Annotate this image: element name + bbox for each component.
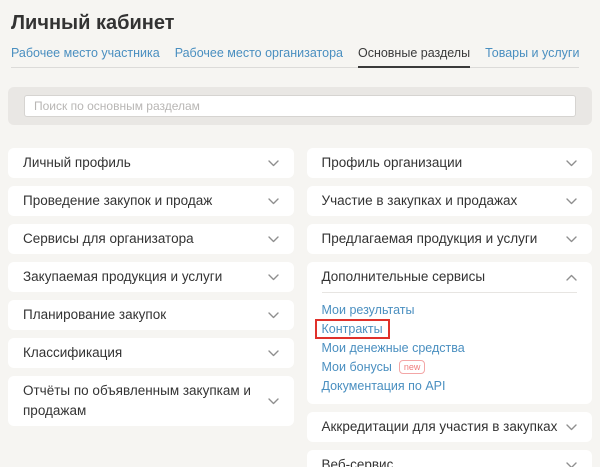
link-row: Мои денежные средства — [322, 338, 578, 357]
section-title: Планирование закупок — [23, 307, 167, 322]
highlight-box: Контракты — [314, 318, 390, 339]
accordion-card-left-3: Сервисы для организатора — [8, 224, 294, 254]
tab-workplace-participant[interactable]: Рабочее место участника — [11, 46, 160, 67]
tab-goods-services[interactable]: Товары и услуги — [485, 46, 579, 67]
section-header[interactable]: Сервисы для организатора — [8, 224, 294, 254]
tab-bar: Рабочее место участника Рабочее место орг… — [11, 46, 580, 68]
chevron-down-icon — [566, 235, 577, 243]
accordion-card-left-2: Проведение закупок и продаж — [8, 186, 294, 216]
link-row: Документация по API — [322, 376, 578, 395]
accordion-card-right-4: Дополнительные сервисы Мои результаты Конт… — [306, 262, 593, 404]
section-title: Отчёты по объявленным закупкам и продажа… — [23, 383, 251, 418]
section-header[interactable]: Закупаемая продукция и услуги — [8, 262, 294, 292]
service-link-4[interactable]: Мои бонусы — [322, 360, 392, 374]
section-header[interactable]: Участие в закупках и продажах — [307, 186, 593, 216]
section-header[interactable]: Классификация — [8, 338, 294, 368]
section-links: Мои результаты Контракты Мои денежные сред… — [314, 292, 578, 404]
new-badge: new — [398, 359, 426, 374]
chevron-down-icon — [566, 461, 577, 467]
section-title: Закупаемая продукция и услуги — [23, 269, 223, 284]
tab-main-sections[interactable]: Основные разделы — [357, 46, 471, 68]
chevron-down-icon — [267, 159, 279, 167]
chevron-up-icon — [566, 274, 577, 281]
section-header[interactable]: Веб-сервис — [307, 450, 593, 467]
section-title: Профиль организации — [321, 155, 463, 170]
accordion-card-left-7: Отчёты по объявленным закупкам и продажа… — [8, 376, 294, 426]
section-header[interactable]: Планирование закупок — [8, 300, 294, 330]
accordion-card-right-3: Предлагаемая продукция и услуги — [306, 224, 593, 254]
service-link-1[interactable]: Мои результаты — [322, 303, 415, 317]
search-panel — [8, 87, 592, 125]
page-title: Личный кабинет — [11, 12, 175, 34]
chevron-down-icon — [267, 273, 279, 281]
service-link-3[interactable]: Мои денежные средства — [322, 341, 465, 355]
accordion-card-left-5: Планирование закупок — [8, 300, 294, 330]
link-row: Контракты — [314, 318, 578, 339]
accordion-card-right-2: Участие в закупках и продажах — [306, 186, 593, 216]
accordion-card-left-4: Закупаемая продукция и услуги — [8, 262, 294, 292]
section-header[interactable]: Отчёты по объявленным закупкам и продажа… — [8, 376, 294, 426]
section-title: Веб-сервис — [321, 457, 394, 467]
section-header[interactable]: Проведение закупок и продаж — [8, 186, 294, 216]
section-header[interactable]: Личный профиль — [8, 148, 294, 178]
section-header[interactable]: Предлагаемая продукция и услуги — [307, 224, 593, 254]
link-row: Мои бонусы new — [322, 357, 578, 376]
section-title: Классификация — [23, 345, 123, 360]
section-title: Сервисы для организатора — [23, 231, 194, 246]
personal-account-page: Личный кабинет Рабочее место участника Ра… — [0, 0, 600, 467]
section-header[interactable]: Дополнительные сервисы — [307, 262, 593, 292]
section-header[interactable]: Аккредитации для участия в закупках — [307, 412, 593, 442]
chevron-down-icon — [267, 197, 279, 205]
section-title: Предлагаемая продукция и услуги — [321, 231, 538, 246]
search-input[interactable] — [24, 95, 576, 117]
accordion-card-right-1: Профиль организации — [306, 148, 593, 178]
accordion-card-right-5: Аккредитации для участия в закупках — [306, 412, 593, 442]
section-title: Дополнительные сервисы — [321, 269, 486, 284]
chevron-down-icon — [566, 159, 577, 167]
left-column: Личный профиль Проведение закупок и прода… — [8, 148, 294, 434]
section-title: Аккредитации для участия в закупках — [321, 419, 558, 434]
tab-workplace-organizer[interactable]: Рабочее место организатора — [175, 46, 343, 67]
chevron-down-icon — [566, 197, 577, 205]
accordion-card-left-1: Личный профиль — [8, 148, 294, 178]
chevron-down-icon — [267, 235, 279, 243]
chevron-down-icon — [267, 397, 279, 405]
link-row: Мои результаты — [322, 300, 578, 319]
service-link-2[interactable]: Контракты — [322, 322, 383, 336]
chevron-down-icon — [267, 311, 279, 319]
sections-grid: Личный профиль Проведение закупок и прода… — [8, 148, 592, 467]
chevron-down-icon — [566, 423, 577, 431]
accordion-card-right-6: Веб-сервис — [306, 450, 593, 467]
chevron-down-icon — [267, 349, 279, 357]
right-column: Профиль организации Участие в закупках и … — [306, 148, 593, 467]
section-title: Личный профиль — [23, 155, 131, 170]
accordion-card-left-6: Классификация — [8, 338, 294, 368]
section-header[interactable]: Профиль организации — [307, 148, 593, 178]
service-link-5[interactable]: Документация по API — [322, 379, 446, 393]
section-title: Проведение закупок и продаж — [23, 193, 213, 208]
section-title: Участие в закупках и продажах — [321, 193, 518, 208]
